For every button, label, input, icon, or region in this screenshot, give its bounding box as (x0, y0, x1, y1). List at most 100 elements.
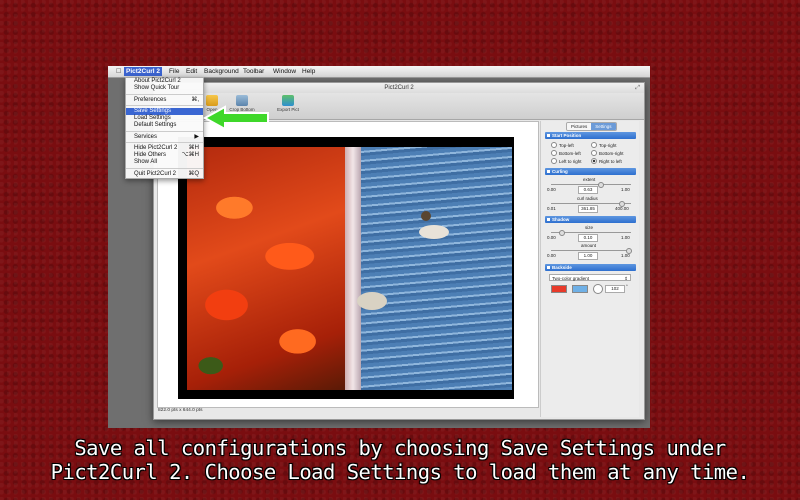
select-arrows-icon: ⇕ (624, 276, 628, 281)
radio-circle (591, 150, 597, 156)
menu-item-label: About Pict2Curl 2 (134, 78, 181, 84)
menu-edit[interactable]: Edit (184, 67, 199, 76)
radio-label: Left to right (559, 158, 582, 164)
export-icon (282, 95, 294, 106)
menu-separator (126, 131, 203, 133)
preview-canvas[interactable] (157, 121, 539, 408)
shadow-title: Shadow (552, 217, 570, 222)
menu-file[interactable]: File (167, 67, 181, 76)
menu-item-label: Show Quick Tour (134, 85, 180, 92)
radio-circle (591, 142, 597, 148)
extent-slider[interactable] (551, 182, 631, 188)
window-title: Pict2Curl 2 (384, 85, 414, 91)
menu-separator (126, 142, 203, 144)
backside-mode-select[interactable]: Two-color gradient ⇕ (549, 274, 631, 281)
extent-min: 0.00 (547, 187, 556, 192)
panel-tabs: Pictures Settings (566, 122, 617, 131)
menu-item-label: Quit Pict2Curl 2 (134, 170, 177, 177)
fullscreen-icon[interactable]: ⤢ (635, 83, 640, 93)
menu-item-label: Load Settings (134, 115, 171, 122)
menu-item-load-settings[interactable]: Load Settings (126, 115, 203, 122)
pointer-arrow-icon (203, 105, 269, 131)
shadow-amount-field[interactable]: 1.00 (578, 252, 598, 260)
menu-item-label: Hide Pict2Curl 2 (134, 145, 178, 152)
backside-color-2[interactable] (572, 285, 588, 293)
menu-app[interactable]: Pict2Curl 2 (124, 67, 162, 76)
radio-circle (551, 150, 557, 156)
radio-top-left[interactable]: Top-left (551, 142, 574, 148)
tab-pictures[interactable]: Pictures (567, 123, 592, 130)
menu-item-save-settings[interactable]: Save Settings (126, 107, 203, 116)
menu-item-about[interactable]: About Pict2Curl 2 (126, 78, 203, 85)
shadow-amount-min: 0.00 (547, 253, 556, 258)
app-window: Pict2Curl 2 ⤢ Open Crop Bottom Export Pi… (153, 82, 645, 420)
curling-title: Curling (552, 169, 568, 174)
curling-header[interactable]: Curling (545, 168, 636, 175)
shadow-size-slider[interactable] (551, 230, 631, 236)
angle-dial[interactable] (593, 284, 603, 294)
duck-2-body (357, 292, 387, 310)
disclosure-icon (547, 134, 550, 137)
page-curl (345, 147, 361, 390)
curl-radius-slider[interactable] (551, 201, 631, 207)
menu-item-quit[interactable]: Quit Pict2Curl 2 ⌘Q (126, 171, 203, 178)
extent-slider-knob[interactable] (598, 182, 605, 188)
screenshot-desktop:  Pict2Curl 2 File Edit Background Toolb… (108, 66, 650, 428)
menu-item-show-all[interactable]: Show All (126, 159, 203, 166)
duck-image (357, 147, 512, 390)
menu-help[interactable]: Help (300, 67, 317, 76)
menu-item-label: Show All (134, 159, 158, 166)
curl-radius-field[interactable]: 361.85 (578, 205, 598, 213)
menu-background[interactable]: Background (202, 67, 241, 76)
menu-item-label: Services (134, 133, 158, 140)
caption-line-2: Pict2Curl 2. Choose Load Settings to loa… (50, 460, 750, 484)
menu-item-preferences[interactable]: Preferences ⌘, (126, 97, 203, 104)
tab-settings[interactable]: Settings (591, 123, 616, 130)
menu-item-shortcut: ⌘, (191, 96, 199, 103)
menu-toolbar[interactable]: Toolbar (241, 67, 266, 76)
shadow-size-slider-knob[interactable] (558, 230, 565, 236)
radio-right-to-left[interactable]: Right to left (591, 158, 622, 164)
menu-separator (126, 105, 203, 107)
shadow-amount-slider[interactable] (551, 248, 632, 254)
menu-item-label: Hide Others (134, 152, 167, 159)
menu-item-default-settings[interactable]: Default Settings (126, 122, 203, 129)
app-menu-dropdown: About Pict2Curl 2 Show Quick Tour Prefer… (125, 77, 204, 179)
radio-left-to-right[interactable]: Left to right (551, 158, 582, 164)
menu-item-hide-others[interactable]: Hide Others ⌥⌘H (126, 152, 203, 159)
picture-size-status: 822.0 pts x 644.0 pts (158, 408, 203, 413)
shadow-header[interactable]: Shadow (545, 216, 636, 223)
disclosure-icon (547, 170, 550, 173)
curl-radius-label: curl radius (577, 196, 598, 201)
angle-field[interactable]: 102 (605, 285, 625, 293)
backside-header[interactable]: Backside (545, 264, 636, 271)
radio-bottom-left[interactable]: Bottom-left (551, 150, 581, 156)
start-position-header[interactable]: Start Position (545, 132, 636, 139)
curl-radius-min: 0.01 (547, 206, 556, 211)
radio-top-right[interactable]: Top-right (591, 142, 617, 148)
radio-label: Top-left (559, 142, 574, 148)
shadow-size-label: size (585, 225, 594, 230)
submenu-arrow-icon: ▶ (194, 133, 199, 140)
export-pict-label: Export Pict (277, 107, 299, 112)
radio-bottom-right[interactable]: Bottom-right (591, 150, 624, 156)
menu-item-show-quick-tour[interactable]: Show Quick Tour (126, 85, 203, 92)
apple-icon[interactable]:  (114, 67, 123, 76)
radio-label: Bottom-left (559, 150, 581, 156)
shadow-size-max: 1.00 (621, 235, 630, 240)
shadow-size-min: 0.00 (547, 235, 556, 240)
radio-circle (551, 142, 557, 148)
radio-label: Top-right (599, 142, 617, 148)
extent-field[interactable]: 0.63 (578, 186, 598, 194)
radio-circle (551, 158, 557, 164)
flower-image (187, 147, 345, 390)
window-titlebar[interactable]: Pict2Curl 2 ⤢ (154, 83, 644, 93)
shadow-size-field[interactable]: 0.10 (578, 234, 598, 242)
start-position-title: Start Position (552, 133, 582, 138)
menu-item-services[interactable]: Services ▶ (126, 134, 203, 141)
duck-head (421, 211, 431, 221)
menu-window[interactable]: Window (271, 67, 298, 76)
backside-color-1[interactable] (551, 285, 567, 293)
extent-max: 1.00 (621, 187, 630, 192)
export-pict-button[interactable]: Export Pict (274, 95, 302, 112)
